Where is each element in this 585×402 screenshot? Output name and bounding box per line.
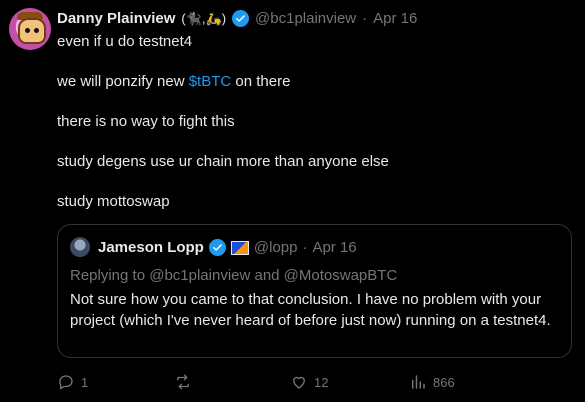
quote-header: Jameson Lopp @lopp · Apr 16 (98, 239, 357, 256)
tweet-line: we will ponzify new $tBTC on there (57, 72, 567, 92)
tweet-line: study mottoswap (57, 193, 170, 210)
repost-button[interactable] (174, 373, 198, 391)
quote-text: Not sure how you came to that conclusion… (70, 291, 551, 329)
tweet-line: even if u do testnet4 (57, 33, 193, 50)
views-button[interactable]: 866 (409, 373, 455, 391)
tweet-text: even if u do testnet4 we will ponzify ne… (57, 32, 567, 232)
like-count: 12 (314, 374, 329, 390)
author-avatar[interactable] (9, 8, 51, 50)
views-icon (412, 375, 425, 389)
header-separator: · (362, 10, 368, 27)
author-handle[interactable]: @bc1plainview (255, 10, 356, 27)
avatar-eye-right (34, 28, 39, 33)
reply-count: 1 (81, 374, 89, 390)
quote-date[interactable]: Apr 16 (312, 239, 356, 256)
replying-to: Replying to @bc1plainview and @MotoswapB… (70, 267, 398, 284)
reply-button[interactable]: 1 (57, 373, 88, 391)
action-bar: 1 12 866 (57, 373, 572, 393)
author-name[interactable]: Danny Plainview (57, 10, 175, 27)
header-separator: · (302, 239, 308, 256)
tweet-line: study degens use ur chain more than anyo… (57, 153, 389, 170)
affiliation-logo-icon (230, 240, 249, 255)
quote-author-name[interactable]: Jameson Lopp (98, 239, 204, 256)
author-emoji: (🐈‍⬛,🛵) (181, 10, 227, 26)
tweet-header: Danny Plainview (🐈‍⬛,🛵) @bc1plainview · … (57, 10, 417, 27)
tweet-line-prefix: we will ponzify new (57, 73, 189, 90)
view-count: 866 (433, 374, 455, 390)
quote-tweet[interactable]: Jameson Lopp @lopp · Apr 16 Replying to … (57, 224, 572, 358)
tweet-line-suffix: on there (231, 73, 291, 90)
verified-badge-icon (232, 10, 250, 27)
avatar-face (18, 18, 46, 44)
repost-icon (177, 374, 189, 390)
cashtag-link[interactable]: $tBTC (189, 73, 232, 90)
like-button[interactable]: 12 (290, 373, 328, 391)
verified-badge-icon (208, 239, 226, 256)
reply-icon (59, 375, 73, 390)
quote-author-avatar[interactable] (70, 237, 90, 257)
quote-author-handle[interactable]: @lopp (254, 239, 298, 256)
tweet-line: there is no way to fight this (57, 113, 235, 130)
tweet-date[interactable]: Apr 16 (373, 10, 417, 27)
heart-icon (293, 376, 305, 389)
avatar-eye-left (25, 28, 30, 33)
